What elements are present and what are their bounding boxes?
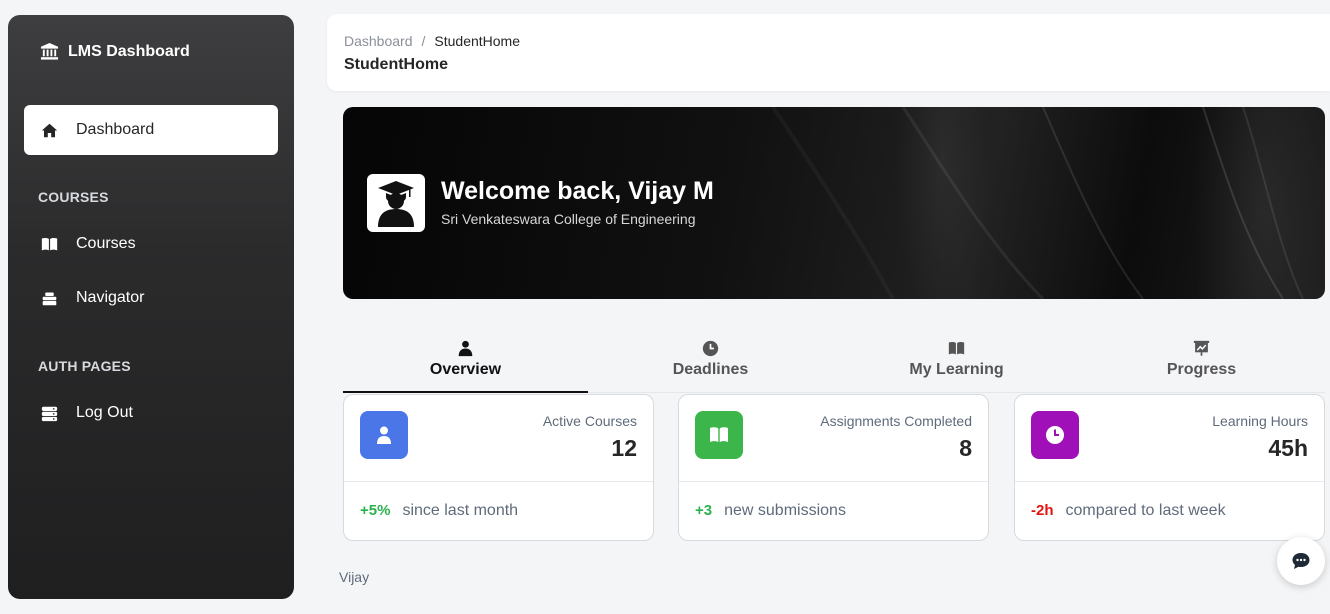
sidebar-item-logout[interactable]: Log Out (24, 388, 278, 438)
sidebar-item-dashboard[interactable]: Dashboard (24, 105, 278, 155)
footer-user-name: Vijay (339, 569, 370, 585)
database-icon (41, 406, 58, 421)
tab-label: Deadlines (672, 361, 749, 378)
stack-icon (42, 292, 57, 305)
tab-label: Progress (1166, 361, 1237, 378)
top-header: Dashboard / StudentHome StudentHome (327, 14, 1330, 91)
user-icon (377, 426, 391, 444)
home-icon (41, 123, 58, 137)
card-icon-badge (695, 411, 743, 459)
card-value: 45h (1268, 435, 1308, 461)
sidebar-item-label: Log Out (76, 404, 133, 421)
sidebar: LMS Dashboard Dashboard COURSES Courses … (8, 15, 294, 599)
book-open-icon (948, 341, 965, 355)
card-label: Learning Hours (1212, 413, 1308, 429)
tab-deadlines[interactable]: Deadlines (588, 333, 833, 393)
breadcrumb-separator: / (421, 33, 426, 49)
tab-label: My Learning (909, 361, 1004, 378)
card-delta: -2h (1031, 502, 1054, 519)
section-courses: COURSES (38, 189, 109, 205)
brand[interactable]: LMS Dashboard (40, 42, 190, 61)
avatar[interactable] (367, 174, 425, 232)
person-icon (458, 340, 473, 357)
sidebar-item-label: Dashboard (76, 121, 155, 138)
chat-icon (1292, 553, 1310, 569)
card-footer: +5% since last month (360, 502, 518, 520)
card-note: compared to last week (1065, 502, 1226, 519)
breadcrumb: Dashboard / StudentHome (344, 33, 520, 49)
book-icon (41, 237, 58, 250)
card-divider (344, 481, 653, 482)
presentation-icon (1193, 340, 1210, 356)
section-auth-pages: AUTH PAGES (38, 358, 131, 374)
card-icon-badge (1031, 411, 1079, 459)
card-label: Active Courses (542, 413, 637, 429)
breadcrumb-root[interactable]: Dashboard (344, 33, 413, 49)
card-divider (1015, 481, 1324, 482)
card-label: Assignments Completed (820, 413, 972, 429)
sidebar-item-label: Navigator (76, 289, 145, 306)
card-icon-badge (360, 411, 408, 459)
tab-progress[interactable]: Progress (1079, 333, 1324, 393)
stat-card-learning-hours: Learning Hours 45h -2h compared to last … (1014, 394, 1325, 541)
card-value: 12 (611, 435, 637, 461)
college-name: Sri Venkateswara College of Engineering (441, 211, 696, 227)
graduate-icon (378, 181, 414, 227)
clock-icon (702, 340, 719, 357)
tab-bar: Overview Deadlines My Learning Progress (343, 333, 1325, 393)
stat-card-assignments: Assignments Completed 8 +3 new submissio… (678, 394, 989, 541)
stat-card-active-courses: Active Courses 12 +5% since last month (343, 394, 654, 541)
sidebar-item-label: Courses (76, 235, 136, 252)
card-value: 8 (959, 435, 972, 461)
sidebar-item-courses[interactable]: Courses (24, 219, 278, 269)
card-note: since last month (402, 502, 519, 519)
clock-icon (1046, 426, 1064, 444)
sidebar-item-navigator[interactable]: Navigator (24, 273, 278, 323)
card-footer: -2h compared to last week (1031, 502, 1226, 520)
card-delta: +5% (360, 502, 391, 519)
card-delta: +3 (695, 502, 713, 519)
chat-button[interactable] (1277, 537, 1325, 585)
tab-my-learning[interactable]: My Learning (834, 333, 1079, 393)
card-footer: +3 new submissions (695, 502, 846, 520)
tab-overview[interactable]: Overview (343, 333, 588, 393)
page-title: StudentHome (344, 56, 448, 73)
bank-icon (40, 42, 59, 60)
book-icon (710, 427, 728, 442)
card-note: new submissions (724, 502, 846, 519)
welcome-banner: Welcome back, Vijay M Sri Venkateswara C… (343, 107, 1325, 299)
breadcrumb-current: StudentHome (434, 33, 520, 49)
welcome-heading: Welcome back, Vijay M (441, 177, 714, 205)
brand-label: LMS Dashboard (68, 42, 190, 60)
tab-label: Overview (429, 361, 502, 378)
card-divider (679, 481, 988, 482)
